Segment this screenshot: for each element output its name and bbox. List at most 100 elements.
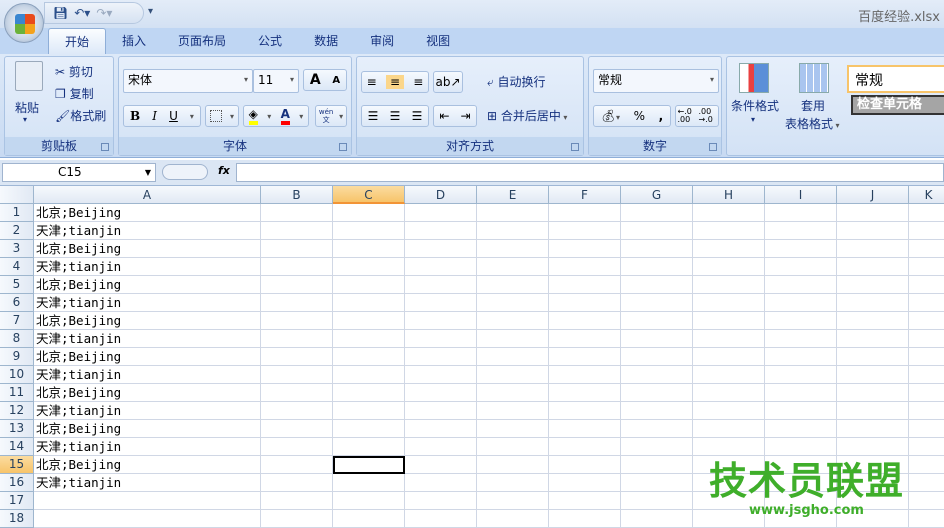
column-header-J[interactable]: J [837, 186, 909, 204]
style-normal[interactable]: 常规 [847, 65, 944, 93]
paste-icon[interactable] [15, 61, 43, 91]
tab-review[interactable]: 审阅 [354, 28, 410, 54]
cell-K4[interactable] [909, 258, 944, 276]
undo-icon[interactable]: ↶▾ [74, 6, 90, 20]
cell-A15[interactable]: 北京;Beijing [34, 456, 261, 474]
orientation-button[interactable]: ab↗ [433, 71, 463, 93]
cell-A12[interactable]: 天津;tianjin [34, 402, 261, 420]
cell-I6[interactable] [765, 294, 837, 312]
tab-home[interactable]: 开始 [48, 28, 107, 54]
cell-G11[interactable] [621, 384, 693, 402]
tab-data[interactable]: 数据 [298, 28, 354, 54]
cell-B3[interactable] [261, 240, 333, 258]
comma-button[interactable]: , [659, 109, 664, 123]
align-right-icon[interactable]: ☰ [412, 109, 423, 123]
cell-C6[interactable] [333, 294, 405, 312]
cell-D8[interactable] [405, 330, 477, 348]
alignment-launcher-icon[interactable]: . [571, 143, 579, 151]
cell-A10[interactable]: 天津;tianjin [34, 366, 261, 384]
cell-E9[interactable] [477, 348, 549, 366]
cell-A13[interactable]: 北京;Beijing [34, 420, 261, 438]
cell-C11[interactable] [333, 384, 405, 402]
cell-C16[interactable] [333, 474, 405, 492]
cell-C13[interactable] [333, 420, 405, 438]
currency-button[interactable]: 💰︎▾ [601, 109, 620, 123]
cell-E11[interactable] [477, 384, 549, 402]
column-header-H[interactable]: H [693, 186, 765, 204]
row-header[interactable]: 5 [0, 276, 34, 294]
cell-A18[interactable] [34, 510, 261, 528]
cell-C8[interactable] [333, 330, 405, 348]
cell-J5[interactable] [837, 276, 909, 294]
row-header[interactable]: 8 [0, 330, 34, 348]
table-format-line1[interactable]: 套用 [801, 97, 825, 114]
column-header-F[interactable]: F [549, 186, 621, 204]
paste-dropdown-icon[interactable]: ▾ [23, 115, 27, 124]
cell-C2[interactable] [333, 222, 405, 240]
cell-K8[interactable] [909, 330, 944, 348]
cell-G12[interactable] [621, 402, 693, 420]
cell-I3[interactable] [765, 240, 837, 258]
select-all-corner[interactable] [0, 186, 34, 204]
row-header[interactable]: 18 [0, 510, 34, 528]
cell-C1[interactable] [333, 204, 405, 222]
cell-J7[interactable] [837, 312, 909, 330]
shrink-font-button[interactable]: A [332, 75, 340, 86]
cell-G13[interactable] [621, 420, 693, 438]
cell-J4[interactable] [837, 258, 909, 276]
cell-G3[interactable] [621, 240, 693, 258]
cell-F5[interactable] [549, 276, 621, 294]
italic-button[interactable]: I [152, 109, 157, 123]
cell-I1[interactable] [765, 204, 837, 222]
cell-E14[interactable] [477, 438, 549, 456]
cell-H10[interactable] [693, 366, 765, 384]
cut-button[interactable]: ✂ 剪切 [55, 63, 93, 80]
cell-F4[interactable] [549, 258, 621, 276]
cell-E1[interactable] [477, 204, 549, 222]
align-left-icon[interactable]: ☰ [368, 109, 379, 123]
grow-font-button[interactable]: A [310, 72, 321, 88]
save-icon[interactable]: 💾︎ [53, 6, 68, 20]
cell-J11[interactable] [837, 384, 909, 402]
cell-K1[interactable] [909, 204, 944, 222]
cell-B5[interactable] [261, 276, 333, 294]
cell-E5[interactable] [477, 276, 549, 294]
cell-F17[interactable] [549, 492, 621, 510]
cell-B7[interactable] [261, 312, 333, 330]
phonetic-button[interactable]: wén 文 ▾ [315, 105, 347, 127]
cell-K9[interactable] [909, 348, 944, 366]
row-header[interactable]: 9 [0, 348, 34, 366]
cell-K2[interactable] [909, 222, 944, 240]
cell-E2[interactable] [477, 222, 549, 240]
cell-I13[interactable] [765, 420, 837, 438]
cell-K15[interactable] [909, 456, 944, 474]
cell-A1[interactable]: 北京;Beijing [34, 204, 261, 222]
number-format-select[interactable]: 常规 ▾ [593, 69, 719, 93]
column-header-D[interactable]: D [405, 186, 477, 204]
cell-D13[interactable] [405, 420, 477, 438]
cell-E16[interactable] [477, 474, 549, 492]
cell-A2[interactable]: 天津;tianjin [34, 222, 261, 240]
cell-K17[interactable] [909, 492, 944, 510]
cell-D7[interactable] [405, 312, 477, 330]
cell-K3[interactable] [909, 240, 944, 258]
cell-D10[interactable] [405, 366, 477, 384]
conditional-format-button[interactable]: 条件格式 [731, 97, 779, 114]
cell-G7[interactable] [621, 312, 693, 330]
cell-I10[interactable] [765, 366, 837, 384]
table-format-button[interactable]: 表格格式 ▾ [785, 115, 840, 132]
cell-E13[interactable] [477, 420, 549, 438]
cell-J6[interactable] [837, 294, 909, 312]
cell-C9[interactable] [333, 348, 405, 366]
font-color-button[interactable]: A [280, 107, 290, 125]
cell-J3[interactable] [837, 240, 909, 258]
cell-H13[interactable] [693, 420, 765, 438]
cell-D16[interactable] [405, 474, 477, 492]
cell-E17[interactable] [477, 492, 549, 510]
cell-F1[interactable] [549, 204, 621, 222]
format-painter-button[interactable]: 🖌︎格式刷 [55, 107, 106, 124]
cell-D12[interactable] [405, 402, 477, 420]
column-header-A[interactable]: A [34, 186, 261, 204]
cell-A5[interactable]: 北京;Beijing [34, 276, 261, 294]
decrease-decimal-button[interactable]: .00 →.0 [699, 108, 717, 124]
